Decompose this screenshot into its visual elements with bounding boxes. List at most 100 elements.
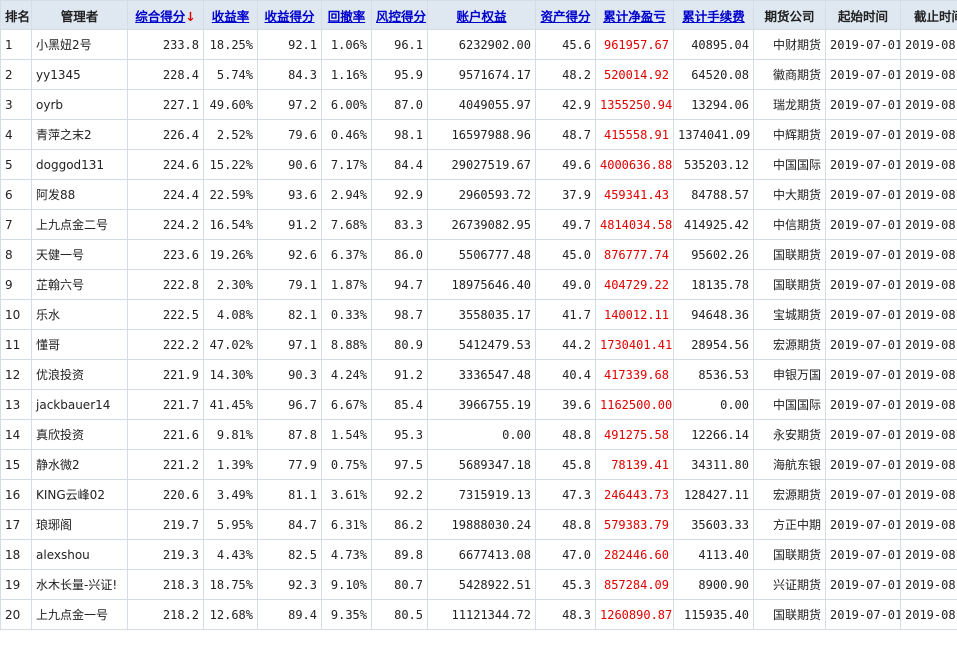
sort-link-fees[interactable]: 累计手续费 bbox=[682, 9, 745, 24]
cell-risk-score: 86.2 bbox=[371, 509, 428, 540]
cell-fees: 84788.57 bbox=[673, 179, 754, 210]
sort-link-total[interactable]: 综合得分 bbox=[135, 9, 185, 24]
cell-equity: 18975646.40 bbox=[427, 269, 536, 300]
cell-drawdown: 7.68% bbox=[321, 209, 372, 240]
cell-drawdown: 9.35% bbox=[321, 599, 372, 630]
cell-drawdown: 1.06% bbox=[321, 29, 372, 60]
cell-start: 2019-07-01 bbox=[825, 389, 901, 420]
cell-return-rate: 15.22% bbox=[203, 149, 258, 180]
col-header-drawdown[interactable]: 回撤率 bbox=[321, 0, 372, 30]
col-header-total[interactable]: 综合得分↓ bbox=[127, 0, 204, 30]
cell-asset-score: 49.0 bbox=[535, 269, 596, 300]
cell-start: 2019-07-01 bbox=[825, 329, 901, 360]
sort-link-return-rate[interactable]: 收益率 bbox=[212, 9, 250, 24]
cell-rank: 5 bbox=[0, 149, 32, 180]
cell-return-rate: 9.81% bbox=[203, 419, 258, 450]
sort-link-drawdown[interactable]: 回撤率 bbox=[328, 9, 366, 24]
col-header-fees[interactable]: 累计手续费 bbox=[673, 0, 754, 30]
cell-return-rate: 3.49% bbox=[203, 479, 258, 510]
table-row: 18 alexshou 219.3 4.43% 82.5 4.73% 89.8 6677413… bbox=[0, 539, 957, 570]
cell-risk-score: 80.9 bbox=[371, 329, 428, 360]
cell-fees: 40895.04 bbox=[673, 29, 754, 60]
table-row: 11 懂哥 222.2 47.02% 97.1 8.88% 80.9 5412479.53 44… bbox=[0, 329, 957, 360]
cell-total: 222.2 bbox=[127, 329, 204, 360]
sort-link-asset-score[interactable]: 资产得分 bbox=[540, 9, 590, 24]
table-row: 6 阿发88 224.4 22.59% 93.6 2.94% 92.9 2960593.72 3… bbox=[0, 179, 957, 210]
cell-rank: 20 bbox=[0, 599, 32, 630]
cell-manager: 阿发88 bbox=[31, 179, 128, 210]
cell-company: 中国国际 bbox=[753, 149, 826, 180]
cell-return-rate: 41.45% bbox=[203, 389, 258, 420]
cell-total: 220.6 bbox=[127, 479, 204, 510]
cell-asset-score: 42.9 bbox=[535, 89, 596, 120]
col-header-equity[interactable]: 账户权益 bbox=[427, 0, 536, 30]
cell-start: 2019-07-01 bbox=[825, 269, 901, 300]
cell-end: 2019-08-06 bbox=[900, 449, 957, 480]
cell-equity: 7315919.13 bbox=[427, 479, 536, 510]
cell-fees: 4113.40 bbox=[673, 539, 754, 570]
cell-end: 2019-08-06 bbox=[900, 59, 957, 90]
cell-rank: 10 bbox=[0, 299, 32, 330]
cell-company: 宏源期货 bbox=[753, 479, 826, 510]
cell-company: 国联期货 bbox=[753, 539, 826, 570]
cell-return-score: 82.1 bbox=[257, 299, 322, 330]
cell-start: 2019-07-01 bbox=[825, 509, 901, 540]
cell-return-score: 91.2 bbox=[257, 209, 322, 240]
col-header-asset-score[interactable]: 资产得分 bbox=[535, 0, 596, 30]
cell-company: 申银万国 bbox=[753, 359, 826, 390]
cell-company: 国联期货 bbox=[753, 269, 826, 300]
cell-end: 2019-08-06 bbox=[900, 149, 957, 180]
col-header-risk-score[interactable]: 风控得分 bbox=[371, 0, 428, 30]
table-row: 7 上九点金二号 224.2 16.54% 91.2 7.68% 83.3 26739082.… bbox=[0, 209, 957, 240]
cell-start: 2019-07-01 bbox=[825, 239, 901, 270]
cell-asset-score: 48.7 bbox=[535, 119, 596, 150]
cell-risk-score: 97.5 bbox=[371, 449, 428, 480]
cell-asset-score: 45.0 bbox=[535, 239, 596, 270]
cell-asset-score: 41.7 bbox=[535, 299, 596, 330]
cell-asset-score: 49.6 bbox=[535, 149, 596, 180]
cell-fees: 28954.56 bbox=[673, 329, 754, 360]
cell-company: 中辉期货 bbox=[753, 119, 826, 150]
cell-company: 中国国际 bbox=[753, 389, 826, 420]
cell-risk-score: 85.4 bbox=[371, 389, 428, 420]
cell-end: 2019-08-06 bbox=[900, 29, 957, 60]
cell-asset-score: 44.2 bbox=[535, 329, 596, 360]
sort-link-equity[interactable]: 账户权益 bbox=[456, 9, 506, 24]
cell-fees: 13294.06 bbox=[673, 89, 754, 120]
cell-drawdown: 1.16% bbox=[321, 59, 372, 90]
cell-net-profit: 857284.09 bbox=[595, 569, 674, 600]
cell-asset-score: 45.8 bbox=[535, 449, 596, 480]
cell-total: 226.4 bbox=[127, 119, 204, 150]
col-header-return-score[interactable]: 收益得分 bbox=[257, 0, 322, 30]
cell-total: 221.6 bbox=[127, 419, 204, 450]
cell-risk-score: 80.5 bbox=[371, 599, 428, 630]
cell-asset-score: 45.3 bbox=[535, 569, 596, 600]
cell-return-rate: 47.02% bbox=[203, 329, 258, 360]
cell-start: 2019-07-01 bbox=[825, 89, 901, 120]
cell-rank: 15 bbox=[0, 449, 32, 480]
cell-start: 2019-07-01 bbox=[825, 569, 901, 600]
sort-link-net-profit[interactable]: 累计净盈亏 bbox=[603, 9, 666, 24]
col-header-return-rate[interactable]: 收益率 bbox=[203, 0, 258, 30]
cell-risk-score: 91.2 bbox=[371, 359, 428, 390]
cell-equity: 5689347.18 bbox=[427, 449, 536, 480]
cell-risk-score: 95.3 bbox=[371, 419, 428, 450]
cell-drawdown: 1.54% bbox=[321, 419, 372, 450]
cell-start: 2019-07-01 bbox=[825, 539, 901, 570]
sort-link-return-score[interactable]: 收益得分 bbox=[264, 9, 314, 24]
cell-rank: 2 bbox=[0, 59, 32, 90]
cell-end: 2019-08-06 bbox=[900, 509, 957, 540]
cell-manager: doggod131 bbox=[31, 149, 128, 180]
cell-asset-score: 48.8 bbox=[535, 509, 596, 540]
cell-net-profit: 282446.60 bbox=[595, 539, 674, 570]
cell-fees: 128427.11 bbox=[673, 479, 754, 510]
cell-rank: 12 bbox=[0, 359, 32, 390]
cell-manager: alexshou bbox=[31, 539, 128, 570]
sort-link-risk-score[interactable]: 风控得分 bbox=[376, 9, 426, 24]
cell-equity: 3336547.48 bbox=[427, 359, 536, 390]
cell-net-profit: 520014.92 bbox=[595, 59, 674, 90]
cell-start: 2019-07-01 bbox=[825, 119, 901, 150]
cell-rank: 8 bbox=[0, 239, 32, 270]
col-header-net-profit[interactable]: 累计净盈亏 bbox=[595, 0, 674, 30]
cell-start: 2019-07-01 bbox=[825, 179, 901, 210]
